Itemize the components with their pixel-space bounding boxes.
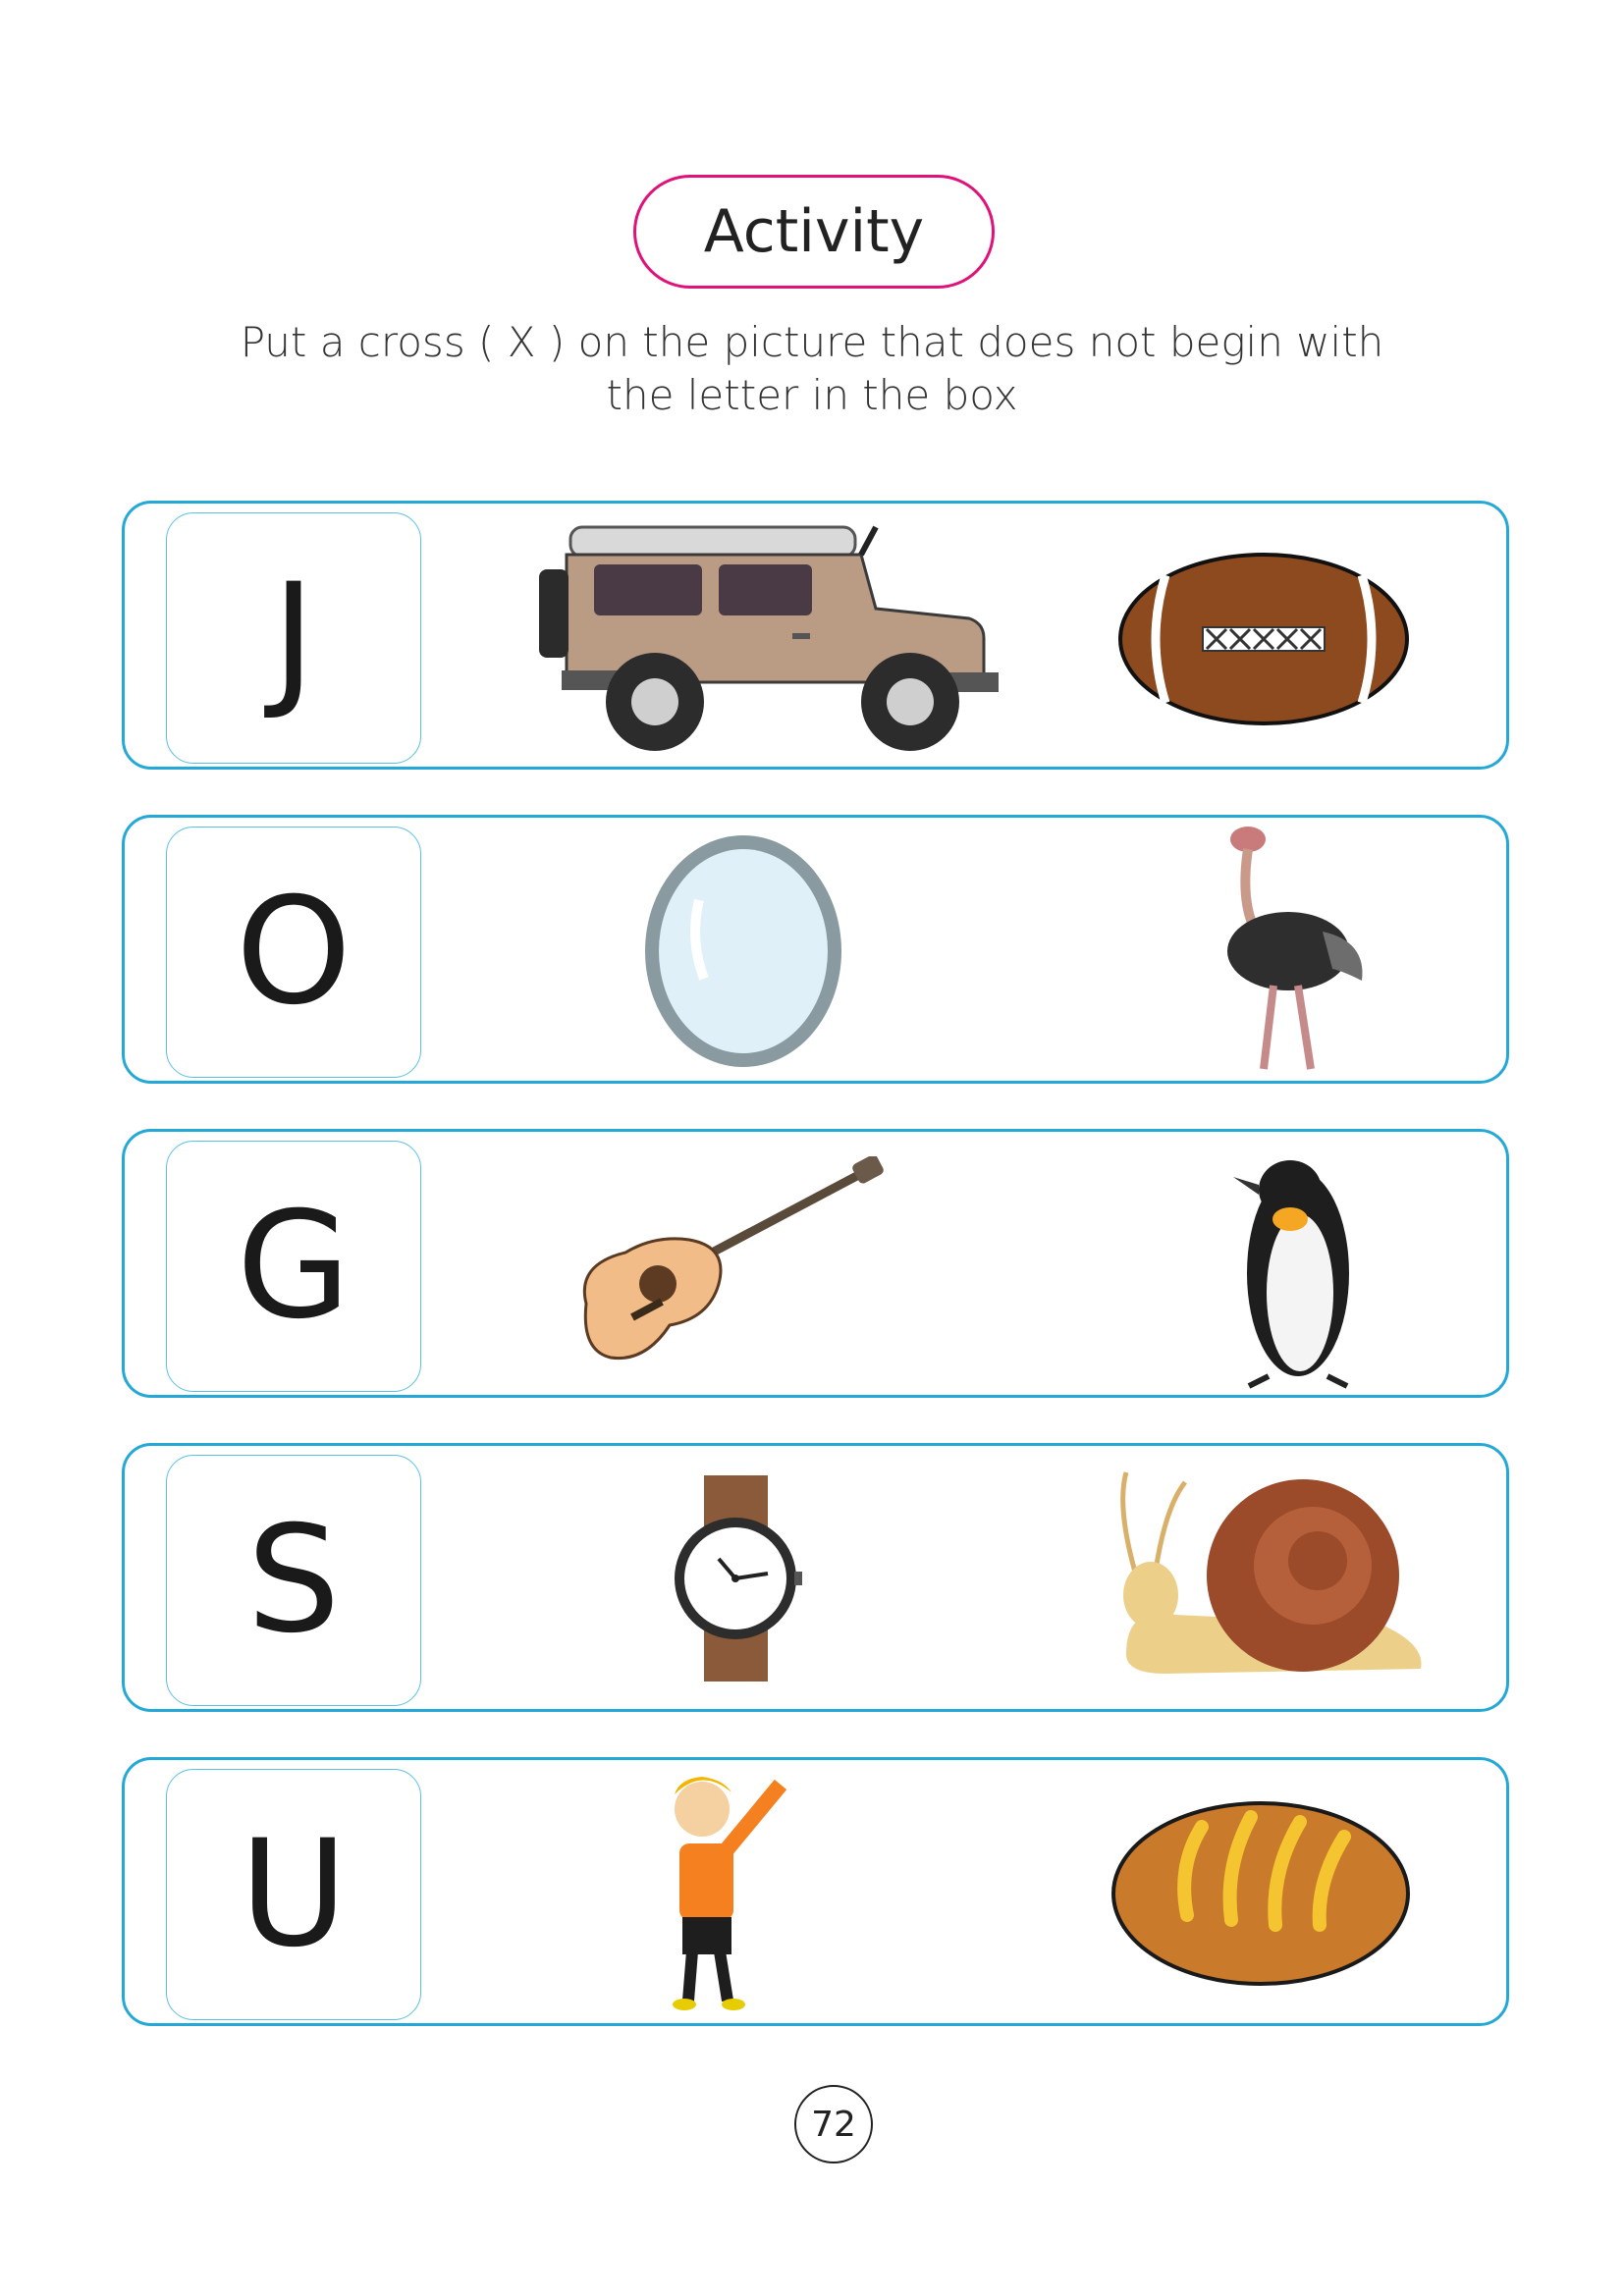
- bread-icon[interactable]: [1109, 1797, 1413, 1989]
- activity-row-j: J: [122, 501, 1509, 770]
- instruction-text: Put a cross ( X ) on the picture that do…: [196, 316, 1428, 422]
- instruction-line-1: Put a cross ( X ) on the picture that do…: [240, 318, 1384, 366]
- activity-title: Activity: [633, 175, 995, 289]
- guitar-icon[interactable]: [571, 1156, 886, 1377]
- instruction-line-2: the letter in the box: [606, 371, 1018, 419]
- letter-box: J: [166, 512, 421, 764]
- activity-row-s: S: [122, 1443, 1509, 1712]
- mirror-icon[interactable]: [640, 831, 846, 1072]
- watch-icon[interactable]: [670, 1475, 802, 1682]
- letter-box: S: [166, 1455, 421, 1706]
- page-number: 72: [794, 2085, 873, 2163]
- umpire-icon[interactable]: [655, 1765, 792, 2015]
- letter-box: U: [166, 1769, 421, 2020]
- penguin-icon[interactable]: [1229, 1146, 1372, 1391]
- letter-box: O: [166, 827, 421, 1078]
- jeep-icon[interactable]: [537, 515, 1008, 761]
- letter-box: G: [166, 1141, 421, 1392]
- activity-row-u: U: [122, 1757, 1509, 2026]
- snail-icon[interactable]: [1107, 1468, 1431, 1688]
- ostrich-icon[interactable]: [1205, 824, 1372, 1079]
- activity-row-o: O: [122, 815, 1509, 1084]
- activity-row-g: G: [122, 1129, 1509, 1398]
- football-icon[interactable]: [1116, 551, 1411, 727]
